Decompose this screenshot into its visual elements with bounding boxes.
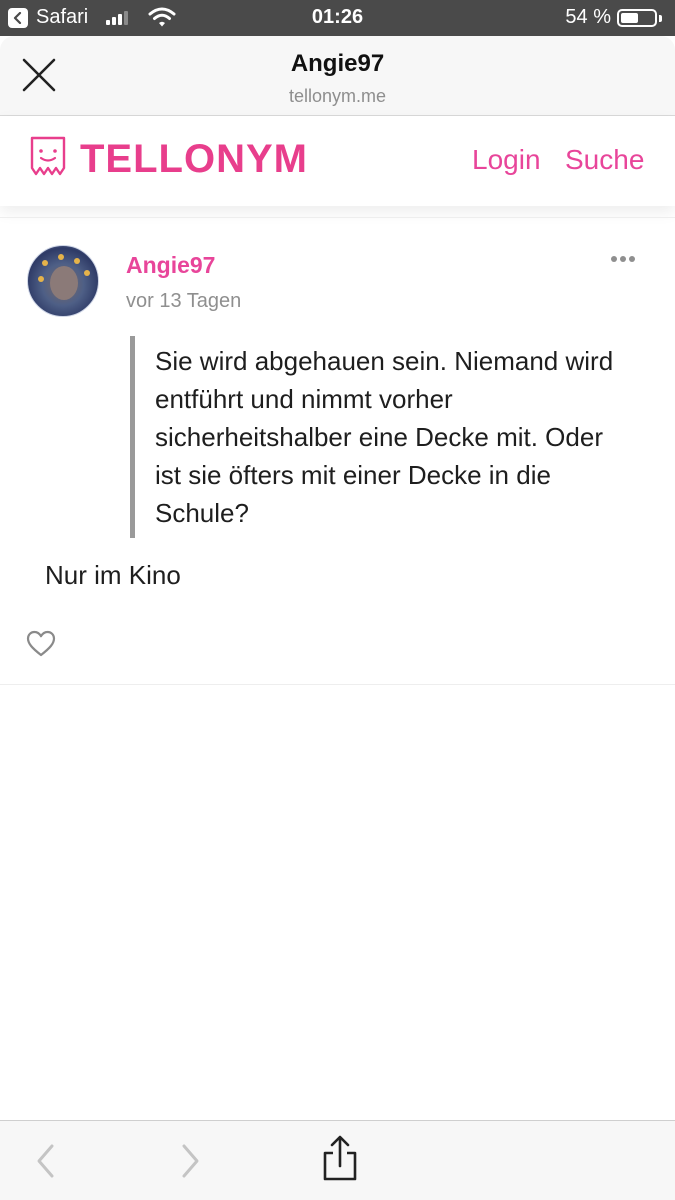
browser-url[interactable]: tellonym.me [0, 86, 675, 107]
more-icon [629, 256, 635, 262]
divider [0, 217, 675, 218]
share-button[interactable] [321, 1135, 359, 1188]
share-icon [323, 1135, 357, 1181]
more-icon [620, 256, 626, 262]
post-timestamp: vor 13 Tagen [126, 290, 242, 312]
avatar-decoration [42, 260, 48, 266]
tell-answer: Nur im Kino [45, 560, 181, 590]
battery-icon [617, 9, 657, 27]
like-button[interactable] [26, 630, 56, 663]
browser-header: Angie97 tellonym.me [0, 36, 675, 116]
search-link[interactable]: Suche [565, 144, 644, 176]
heart-icon [26, 630, 56, 657]
browser-title: Angie97 [290, 50, 385, 77]
chevron-left-icon [37, 1144, 54, 1178]
login-link[interactable]: Login [472, 144, 541, 176]
more-options-button[interactable] [609, 254, 637, 264]
avatar-decoration [38, 276, 44, 282]
post-username[interactable]: Angie97 [126, 252, 215, 279]
chevron-right-icon [182, 1144, 199, 1178]
avatar-face [50, 266, 78, 300]
tell-question: Sie wird abgehauen sein. Niemand wird en… [130, 336, 630, 538]
tellonym-logo-icon [30, 136, 66, 176]
battery-tip [659, 15, 662, 22]
back-button[interactable] [34, 1143, 58, 1184]
avatar-decoration [74, 258, 80, 264]
forward-button[interactable] [178, 1143, 202, 1184]
avatar[interactable] [27, 245, 99, 317]
divider [0, 684, 675, 685]
logo-text: TELLONYM [80, 136, 308, 181]
browser-toolbar [0, 1120, 675, 1200]
avatar-decoration [58, 254, 64, 260]
battery-percent: 54 % [565, 6, 611, 28]
avatar-decoration [84, 270, 90, 276]
status-bar: Safari 01:26 54 % [0, 0, 675, 36]
more-icon [611, 256, 617, 262]
logo[interactable]: TELLONYM [28, 136, 308, 182]
site-header: TELLONYM Login Suche [0, 116, 675, 206]
